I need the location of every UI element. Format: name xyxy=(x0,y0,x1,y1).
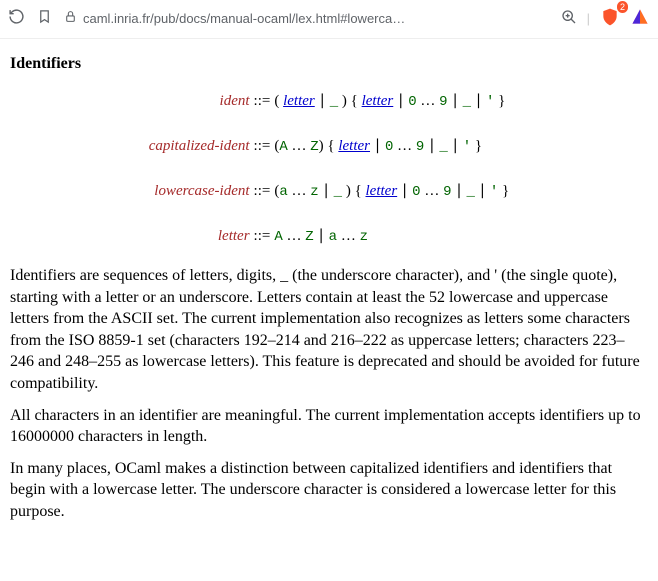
paragraph: In many places, OCaml makes a distinctio… xyxy=(10,458,648,523)
rhs: (A … Z) { letter ∣ 0 … 9 ∣ _ ∣ ' } xyxy=(272,132,511,159)
bookmark-icon[interactable] xyxy=(37,9,52,27)
brave-shields-icon[interactable]: 2 xyxy=(600,7,620,30)
lhs: lowercase-ident xyxy=(147,177,252,204)
nt-letter[interactable]: letter xyxy=(338,138,370,154)
nt-letter[interactable]: letter xyxy=(283,93,315,109)
rule-ident: ident ::= ( letter ∣ _ ) { letter ∣ 0 … … xyxy=(147,87,512,114)
rhs: (a … z ∣ _ ) { letter ∣ 0 … 9 ∣ _ ∣ ' } xyxy=(272,177,511,204)
rule-letter: letter ::= A … Z ∣ a … z xyxy=(147,222,512,249)
lhs: capitalized-ident xyxy=(147,132,252,159)
paragraph: All characters in an identifier are mean… xyxy=(10,405,648,448)
defines: ::= xyxy=(252,87,273,114)
defines: ::= xyxy=(252,132,273,159)
browser-toolbar: caml.inria.fr/pub/docs/manual-ocaml/lex.… xyxy=(0,0,658,39)
defines: ::= xyxy=(252,177,273,204)
lhs: ident xyxy=(147,87,252,114)
nt-letter[interactable]: letter xyxy=(362,93,394,109)
zoom-icon[interactable] xyxy=(561,9,577,28)
reload-icon[interactable] xyxy=(8,8,25,28)
rule-capitalized-ident: capitalized-ident ::= (A … Z) { letter ∣… xyxy=(147,132,512,159)
page-content: Identifiers ident ::= ( letter ∣ _ ) { l… xyxy=(0,39,658,541)
url-text: caml.inria.fr/pub/docs/manual-ocaml/lex.… xyxy=(83,11,405,26)
brave-rewards-icon[interactable] xyxy=(630,7,650,30)
paragraph: Identifiers are sequences of letters, di… xyxy=(10,265,648,395)
lock-icon xyxy=(64,10,77,26)
nt-letter[interactable]: letter xyxy=(366,183,398,199)
shields-badge: 2 xyxy=(617,1,628,13)
lhs: letter xyxy=(147,222,252,249)
rhs: ( letter ∣ _ ) { letter ∣ 0 … 9 ∣ _ ∣ ' … xyxy=(272,87,511,114)
grammar-table: ident ::= ( letter ∣ _ ) { letter ∣ 0 … … xyxy=(147,87,512,249)
address-bar[interactable]: caml.inria.fr/pub/docs/manual-ocaml/lex.… xyxy=(64,10,549,26)
rule-lowercase-ident: lowercase-ident ::= (a … z ∣ _ ) { lette… xyxy=(147,177,512,204)
section-heading: Identifiers xyxy=(10,55,648,73)
defines: ::= xyxy=(252,222,273,249)
toolbar-divider: | xyxy=(587,11,590,26)
rhs: A … Z ∣ a … z xyxy=(272,222,511,249)
